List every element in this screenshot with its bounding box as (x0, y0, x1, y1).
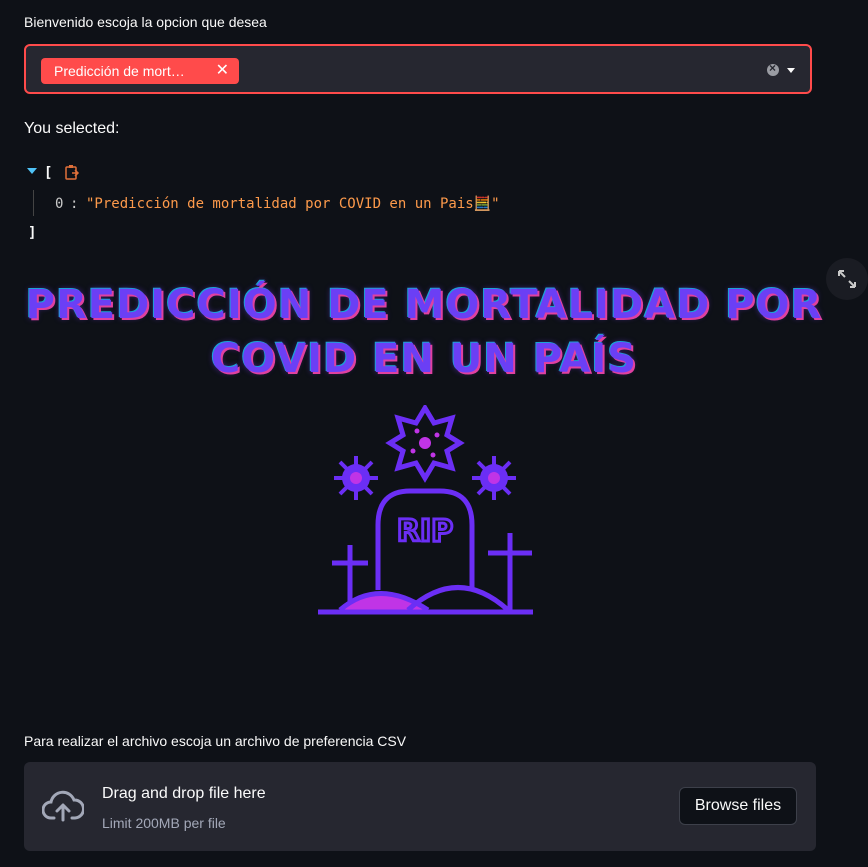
rip-tombstone-illustration: RIP (318, 405, 533, 615)
tombstone-rip-text: RIP (397, 514, 453, 549)
selector-label: Bienvenido escoja la opcion que desea (24, 14, 267, 30)
dropzone-title: Drag and drop file here (102, 785, 266, 802)
collapse-toggle-icon[interactable] (27, 168, 37, 174)
chevron-down-icon[interactable] (787, 68, 795, 73)
json-open-bracket: [ (44, 165, 53, 181)
json-indent-guide (33, 190, 34, 216)
json-item-value: "Predicción de mortalidad por COVID en u… (86, 196, 500, 212)
page-title-line-2: COVID EN UN PAÍS (210, 336, 638, 382)
clipboard-icon[interactable] (64, 164, 80, 180)
browse-files-button[interactable]: Browse files (679, 787, 797, 825)
selected-option-label: Predicción de mort… (54, 63, 185, 79)
uploader-label: Para realizar el archivo escoja un archi… (24, 733, 407, 749)
json-close-bracket: ] (28, 225, 37, 241)
output-heading: You selected: (24, 120, 120, 137)
page-title-line-1: PREDICCIÓN DE MORTALIDAD POR (25, 282, 823, 328)
dropzone-limit: Limit 200MB per file (102, 815, 226, 831)
file-dropzone[interactable]: Drag and drop file here Limit 200MB per … (24, 762, 816, 851)
remove-option-icon[interactable]: ✕ (216, 62, 229, 80)
json-item-index: 0 (55, 196, 64, 212)
selected-option-tag[interactable]: Predicción de mort… ✕ (41, 58, 239, 84)
clear-icon[interactable] (767, 61, 779, 76)
cloud-upload-icon (42, 790, 84, 822)
option-multiselect[interactable]: Predicción de mort… ✕ (24, 44, 812, 94)
json-item-colon: : (70, 196, 79, 212)
page-title: PREDICCIÓN DE MORTALIDAD POR COVID EN UN… (24, 278, 824, 386)
expand-icon[interactable] (826, 258, 868, 300)
